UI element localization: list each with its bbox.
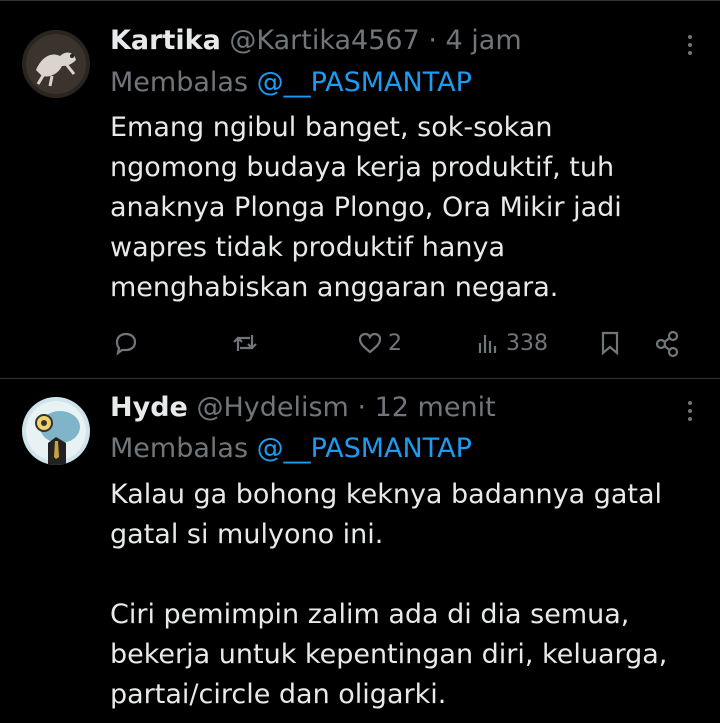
reply-button[interactable] (112, 329, 140, 357)
reply-context: Membalas @__PASMANTAP (110, 433, 472, 465)
text-line: ngomong budaya kerja produktif, tuh (110, 152, 615, 183)
text-line: Emang ngibul banget, sok-sokan (110, 112, 553, 143)
more-options-icon[interactable] (686, 401, 694, 425)
timestamp[interactable]: · 4 jam (428, 25, 521, 56)
timestamp[interactable]: · 12 menit (357, 392, 495, 423)
text-line: Ciri pemimpin zalim ada di dia semua, (110, 599, 630, 630)
text-line: bekerja untuk kepentingan diri, keluarga… (110, 639, 668, 670)
share-button[interactable] (652, 329, 682, 359)
views-icon (478, 335, 497, 353)
author-handle[interactable]: @Kartika4567 (229, 25, 419, 56)
avatar-hyde[interactable] (22, 397, 90, 465)
bookmark-button[interactable] (596, 329, 624, 357)
text-line: partai/circle dan oligarki. (110, 679, 447, 710)
author-name[interactable]: Hyde (110, 392, 188, 423)
tweet-hyde[interactable]: Hyde @Hydelism · 12 menit Membalas @__PA… (0, 379, 720, 723)
reply-icon (115, 332, 137, 356)
avatar-kartika[interactable] (22, 30, 90, 98)
heart-icon (358, 332, 382, 354)
reply-mention[interactable]: @__PASMANTAP (257, 433, 472, 464)
text-line: wapres tidak produktif hanya (110, 232, 506, 263)
views-button[interactable]: 338 (474, 329, 548, 357)
like-count: 2 (388, 330, 402, 356)
bookmark-icon (601, 331, 619, 356)
repost-icon (233, 335, 257, 351)
author-name[interactable]: Kartika (110, 25, 221, 56)
like-button[interactable]: 2 (356, 329, 402, 357)
tweet-kartika[interactable]: Kartika @Kartika4567 · 4 jam Membalas @_… (0, 0, 720, 378)
reply-context: Membalas @__PASMANTAP (110, 67, 472, 99)
tweet-text: Kalau ga bohong keknya badannya gatal ga… (110, 475, 700, 715)
text-line: menghabiskan anggaran negara. (110, 272, 559, 303)
repost-button[interactable] (230, 329, 260, 357)
reply-mention[interactable]: @__PASMANTAP (257, 67, 472, 98)
text-line: anaknya Plonga Plongo, Ora Mikir jadi (110, 192, 622, 223)
reply-prefix: Membalas (110, 67, 257, 98)
more-options-icon[interactable] (686, 35, 694, 59)
text-line: gatal si mulyono ini. (110, 519, 384, 550)
action-bar: 2 338 (110, 329, 690, 359)
text-line: Kalau ga bohong keknya badannya gatal (110, 479, 663, 510)
tweet-header: Kartika @Kartika4567 · 4 jam (110, 25, 522, 57)
reply-prefix: Membalas (110, 433, 257, 464)
tweet-header: Hyde @Hydelism · 12 menit (110, 392, 496, 424)
view-count: 338 (506, 330, 548, 356)
tweet-text: Emang ngibul banget, sok-sokan ngomong b… (110, 108, 700, 308)
author-handle[interactable]: @Hydelism (196, 392, 348, 423)
share-icon (655, 330, 679, 358)
